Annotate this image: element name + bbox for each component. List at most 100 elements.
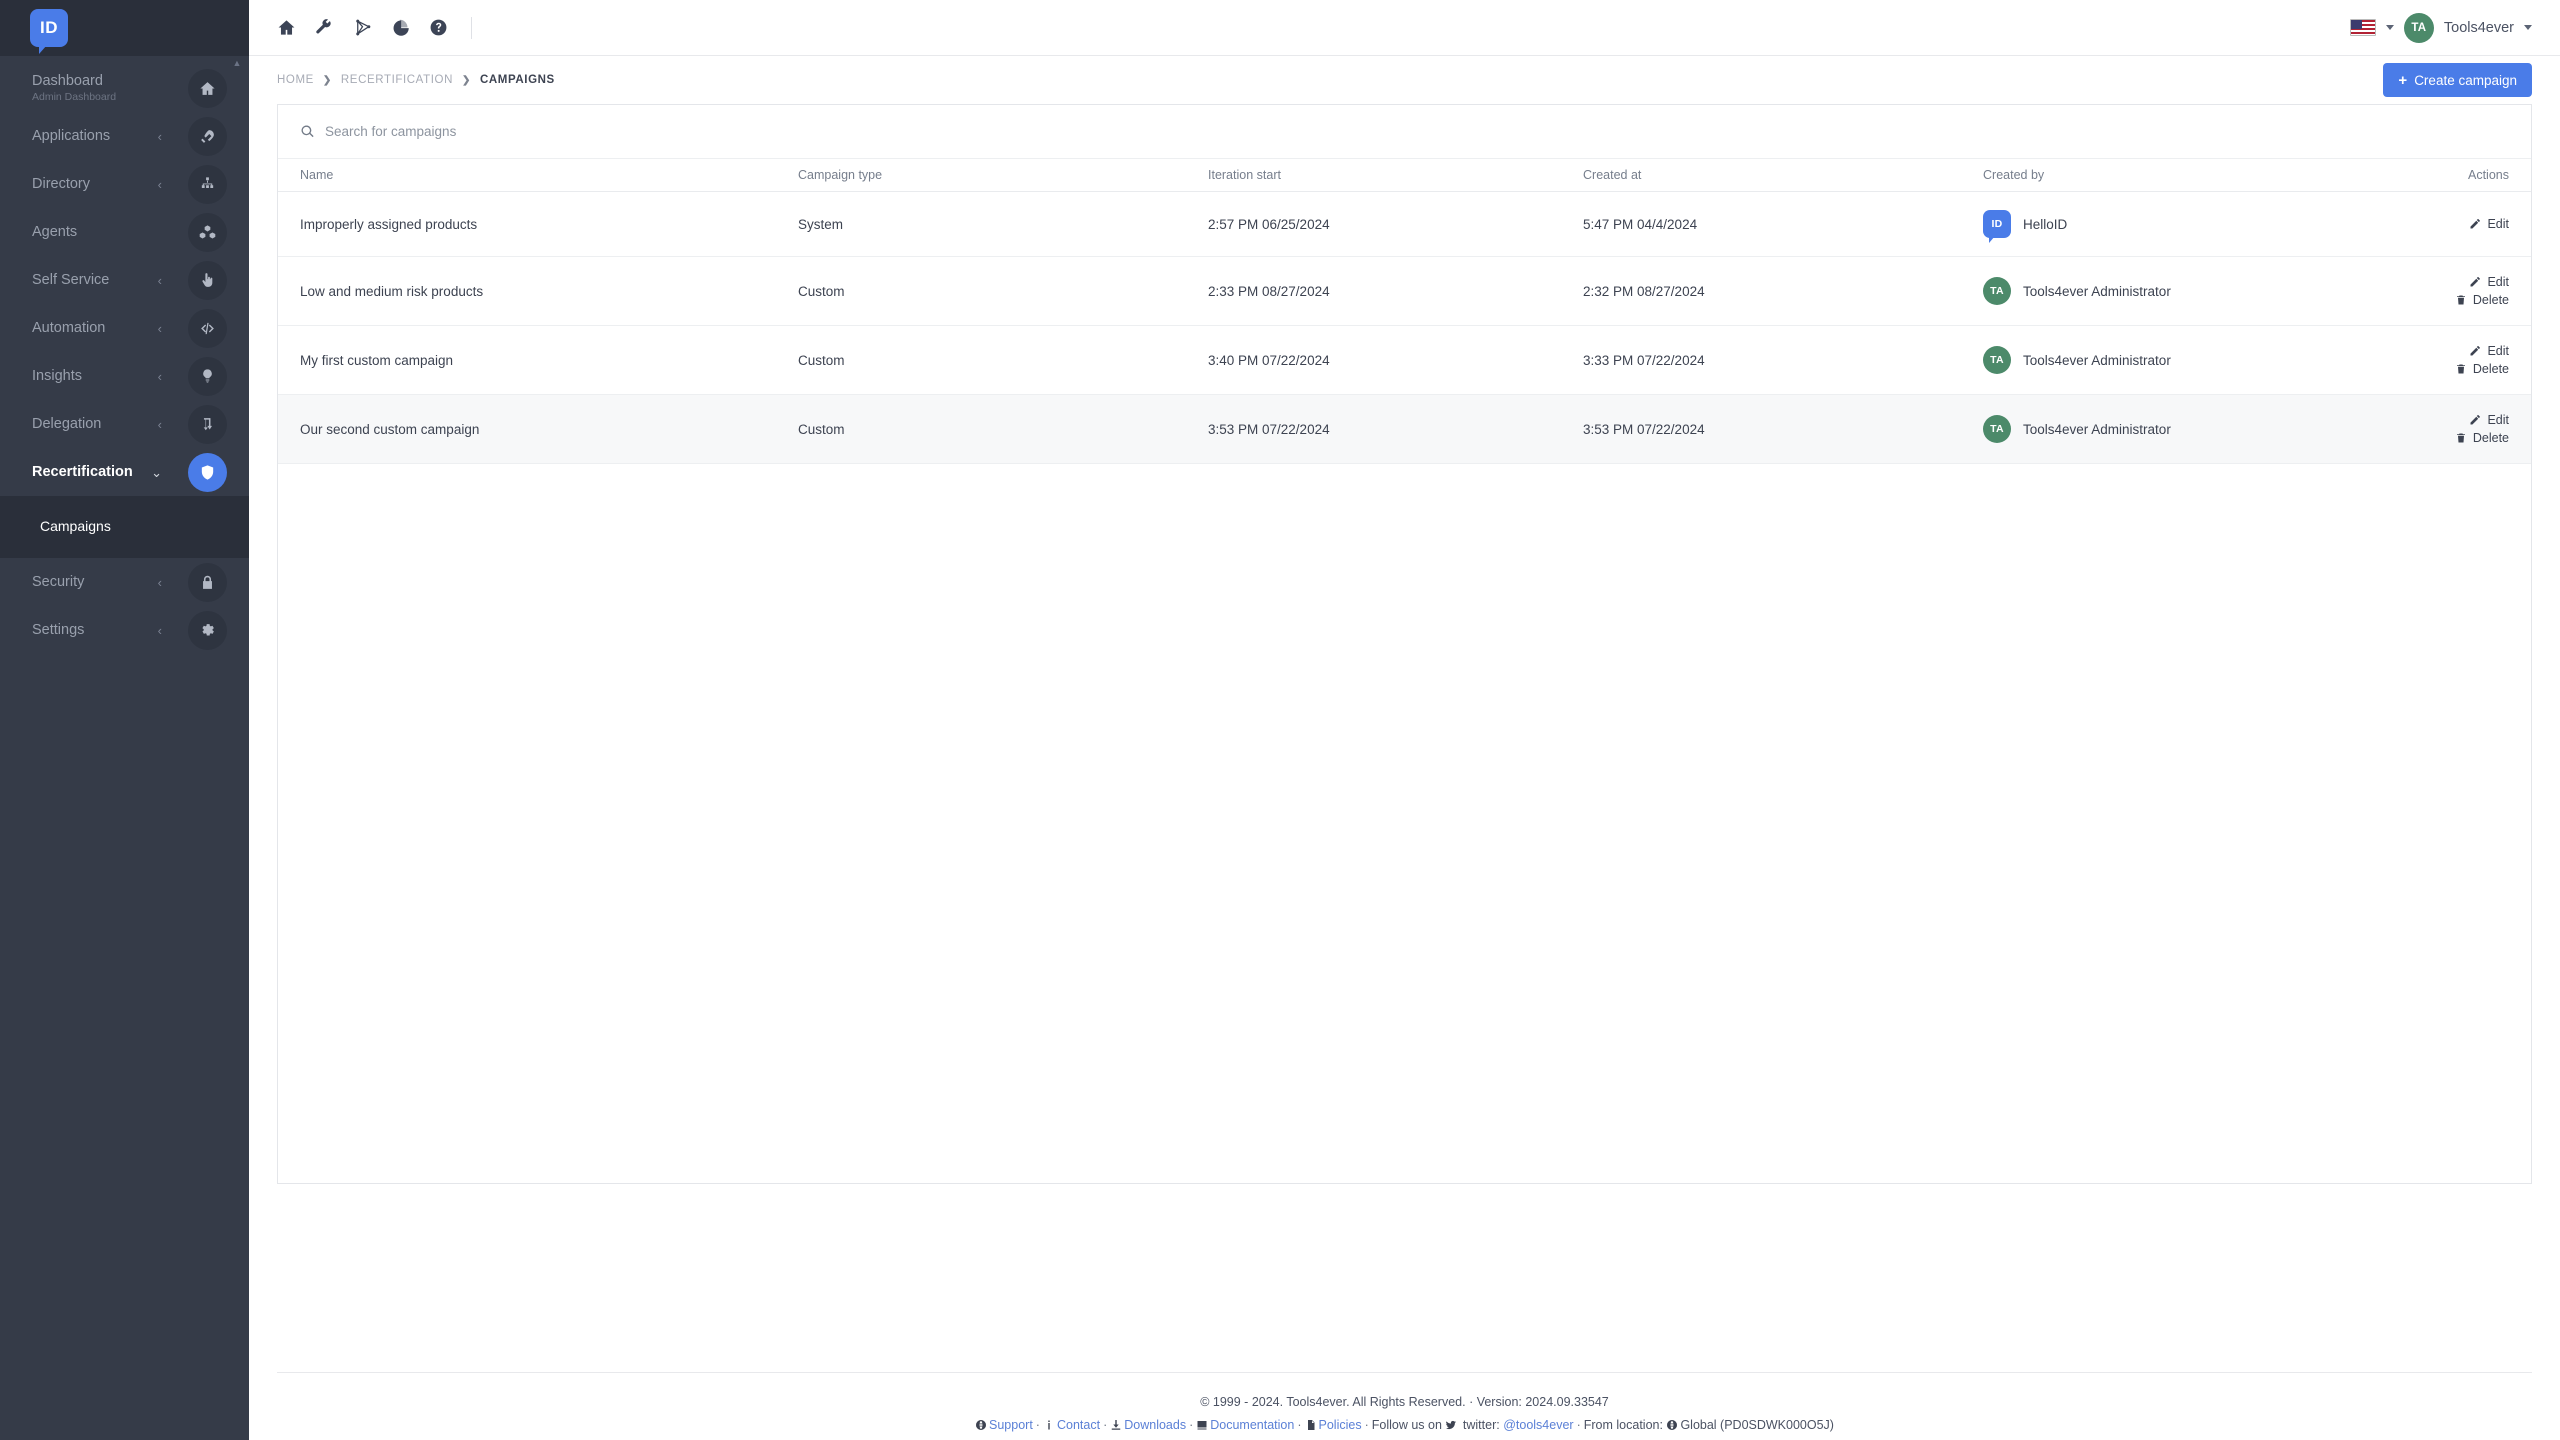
wrench-icon[interactable] xyxy=(305,9,343,47)
sidebar-item-self-service[interactable]: Self Service ‹ xyxy=(0,256,249,304)
delete-button[interactable]: Delete xyxy=(2455,431,2509,445)
sidebar-item-applications[interactable]: Applications ‹ xyxy=(0,112,249,160)
delete-label: Delete xyxy=(2472,293,2509,307)
sidebar-subitem-label: Campaigns xyxy=(40,518,111,534)
footer-twitter-label: twitter: xyxy=(1462,1418,1500,1433)
creator-name: Tools4ever Administrator xyxy=(2023,283,2171,299)
breadcrumb-item-recertification[interactable]: RECERTIFICATION xyxy=(341,74,453,86)
cell-type: Custom xyxy=(798,394,1208,464)
footer-link-policies[interactable]: Policies xyxy=(1319,1418,1362,1432)
search-input[interactable] xyxy=(325,124,745,139)
create-campaign-button[interactable]: + Create campaign xyxy=(2383,63,2532,97)
sidebar-item-label: Directory xyxy=(32,176,91,192)
pie-chart-icon[interactable] xyxy=(381,9,419,47)
column-header-created-at[interactable]: Created at xyxy=(1583,159,1983,192)
chevron-left-icon: ‹ xyxy=(157,176,162,192)
sidebar-item-delegation[interactable]: Delegation ‹ xyxy=(0,400,249,448)
user-name[interactable]: Tools4ever xyxy=(2444,20,2514,36)
sidebar-logo[interactable]: ID xyxy=(0,0,249,56)
sidebar-item-agents[interactable]: Agents xyxy=(0,208,249,256)
footer-location-prefix: From location: xyxy=(1583,1418,1663,1433)
cell-created-at: 3:33 PM 07/22/2024 xyxy=(1583,325,1983,395)
edit-button[interactable]: Edit xyxy=(2469,413,2509,427)
home-icon[interactable] xyxy=(267,9,305,47)
footer-link-documentation[interactable]: Documentation xyxy=(1210,1418,1294,1432)
sidebar-item-label: Security xyxy=(32,574,85,590)
avatar-initials: TA xyxy=(2411,21,2427,34)
help-circle-icon[interactable] xyxy=(419,9,457,47)
sidebar-item-security[interactable]: Security ‹ xyxy=(0,558,249,606)
table-row[interactable]: Improperly assigned products System 2:57… xyxy=(278,191,2531,257)
search-bar xyxy=(278,105,2531,159)
app-root: ID ▲ Dashboard Admin Dashboard Applicati… xyxy=(0,0,2560,1440)
table-header: Name Campaign type Iteration start Creat… xyxy=(278,159,2531,192)
cell-type: Custom xyxy=(798,325,1208,395)
sidebar-item-automation[interactable]: Automation ‹ xyxy=(0,304,249,352)
sidebar-item-insights[interactable]: Insights ‹ xyxy=(0,352,249,400)
edit-button[interactable]: Edit xyxy=(2469,217,2509,231)
footer-link-downloads[interactable]: Downloads xyxy=(1124,1418,1186,1432)
globe-icon xyxy=(975,1416,987,1440)
pencil-icon xyxy=(2470,219,2481,229)
us-flag-icon[interactable] xyxy=(2349,19,2376,36)
twitter-icon xyxy=(1445,1416,1457,1440)
sidebar-item-settings[interactable]: Settings ‹ xyxy=(0,606,249,654)
footer-link-twitter-handle[interactable]: @tools4ever xyxy=(1503,1418,1573,1432)
creator-avatar-initials: TA xyxy=(1990,423,2004,435)
plus-icon: + xyxy=(2398,71,2408,89)
sidebar-item-label: Delegation xyxy=(32,416,102,432)
cell-actions: Edit xyxy=(2423,191,2531,257)
table-row[interactable]: Low and medium risk products Custom 2:33… xyxy=(278,256,2531,326)
cell-type: Custom xyxy=(798,256,1208,326)
edit-button[interactable]: Edit xyxy=(2469,344,2509,358)
edit-button[interactable]: Edit xyxy=(2469,275,2509,289)
sidebar-item-dashboard[interactable]: Dashboard Admin Dashboard xyxy=(0,64,249,112)
footer-link-contact[interactable]: Contact xyxy=(1057,1418,1100,1432)
avatar[interactable]: TA xyxy=(2403,12,2434,43)
breadcrumb: HOME ❯ RECERTIFICATION ❯ CAMPAIGNS xyxy=(277,74,555,86)
cell-name: Our second custom campaign xyxy=(278,394,798,464)
logo-text: ID xyxy=(40,18,58,37)
column-header-actions: Actions xyxy=(2423,159,2531,192)
creator-avatar: ID xyxy=(1983,210,2011,243)
cell-actions: Edit Delete xyxy=(2423,394,2531,464)
delete-button[interactable]: Delete xyxy=(2455,293,2509,307)
column-header-name[interactable]: Name xyxy=(278,159,798,192)
table-row[interactable]: My first custom campaign Custom 3:40 PM … xyxy=(278,325,2531,395)
footer-links: Support · Contact · Downloads · Documentation ·… xyxy=(277,1414,2532,1440)
sidebar-item-label: Insights xyxy=(32,368,82,384)
cell-created-at: 5:47 PM 04/4/2024 xyxy=(1583,191,1983,257)
chevron-left-icon: ‹ xyxy=(157,128,162,144)
delete-label: Delete xyxy=(2472,362,2509,376)
footer-copyright: © 1999 - 2024. Tools4ever. All Rights Re… xyxy=(1200,1394,1609,1409)
sidebar-item-recertification[interactable]: Recertification ⌄ xyxy=(0,448,249,496)
column-header-type[interactable]: Campaign type xyxy=(798,159,1208,192)
delete-button[interactable]: Delete xyxy=(2455,362,2509,376)
creator-name: Tools4ever Administrator xyxy=(2023,421,2171,437)
sidebar-item-directory[interactable]: Directory ‹ xyxy=(0,160,249,208)
user-chevron-down-icon[interactable] xyxy=(2524,25,2532,30)
share-nodes-icon[interactable] xyxy=(343,9,381,47)
edit-label: Edit xyxy=(2487,217,2509,231)
cell-type: System xyxy=(798,191,1208,257)
campaigns-table: Name Campaign type Iteration start Creat… xyxy=(278,159,2531,464)
sidebar-item-label: Dashboard xyxy=(32,73,103,89)
language-chevron-down-icon[interactable] xyxy=(2385,25,2394,30)
sidebar: ID ▲ Dashboard Admin Dashboard Applicati… xyxy=(0,0,249,1440)
edit-label: Edit xyxy=(2487,413,2509,427)
breadcrumb-item-home[interactable]: HOME xyxy=(277,74,314,86)
lock-icon xyxy=(188,562,227,602)
pencil-icon xyxy=(2470,415,2481,425)
column-header-created-by[interactable]: Created by xyxy=(1983,159,2423,192)
lightbulb-icon xyxy=(188,356,227,396)
table-row[interactable]: Our second custom campaign Custom 3:53 P… xyxy=(278,394,2531,464)
globe-location-icon xyxy=(1666,1416,1678,1440)
column-header-iteration[interactable]: Iteration start xyxy=(1208,159,1583,192)
sidebar-item-label: Automation xyxy=(32,320,106,336)
cell-iteration: 3:53 PM 07/22/2024 xyxy=(1208,394,1583,464)
cubes-icon xyxy=(188,212,227,252)
sidebar-subitem-campaigns[interactable]: Campaigns xyxy=(0,508,249,544)
cell-created-by: TA Tools4ever Administrator xyxy=(1983,394,2423,464)
cell-name: Low and medium risk products xyxy=(278,256,798,326)
footer-link-support[interactable]: Support xyxy=(989,1418,1033,1432)
